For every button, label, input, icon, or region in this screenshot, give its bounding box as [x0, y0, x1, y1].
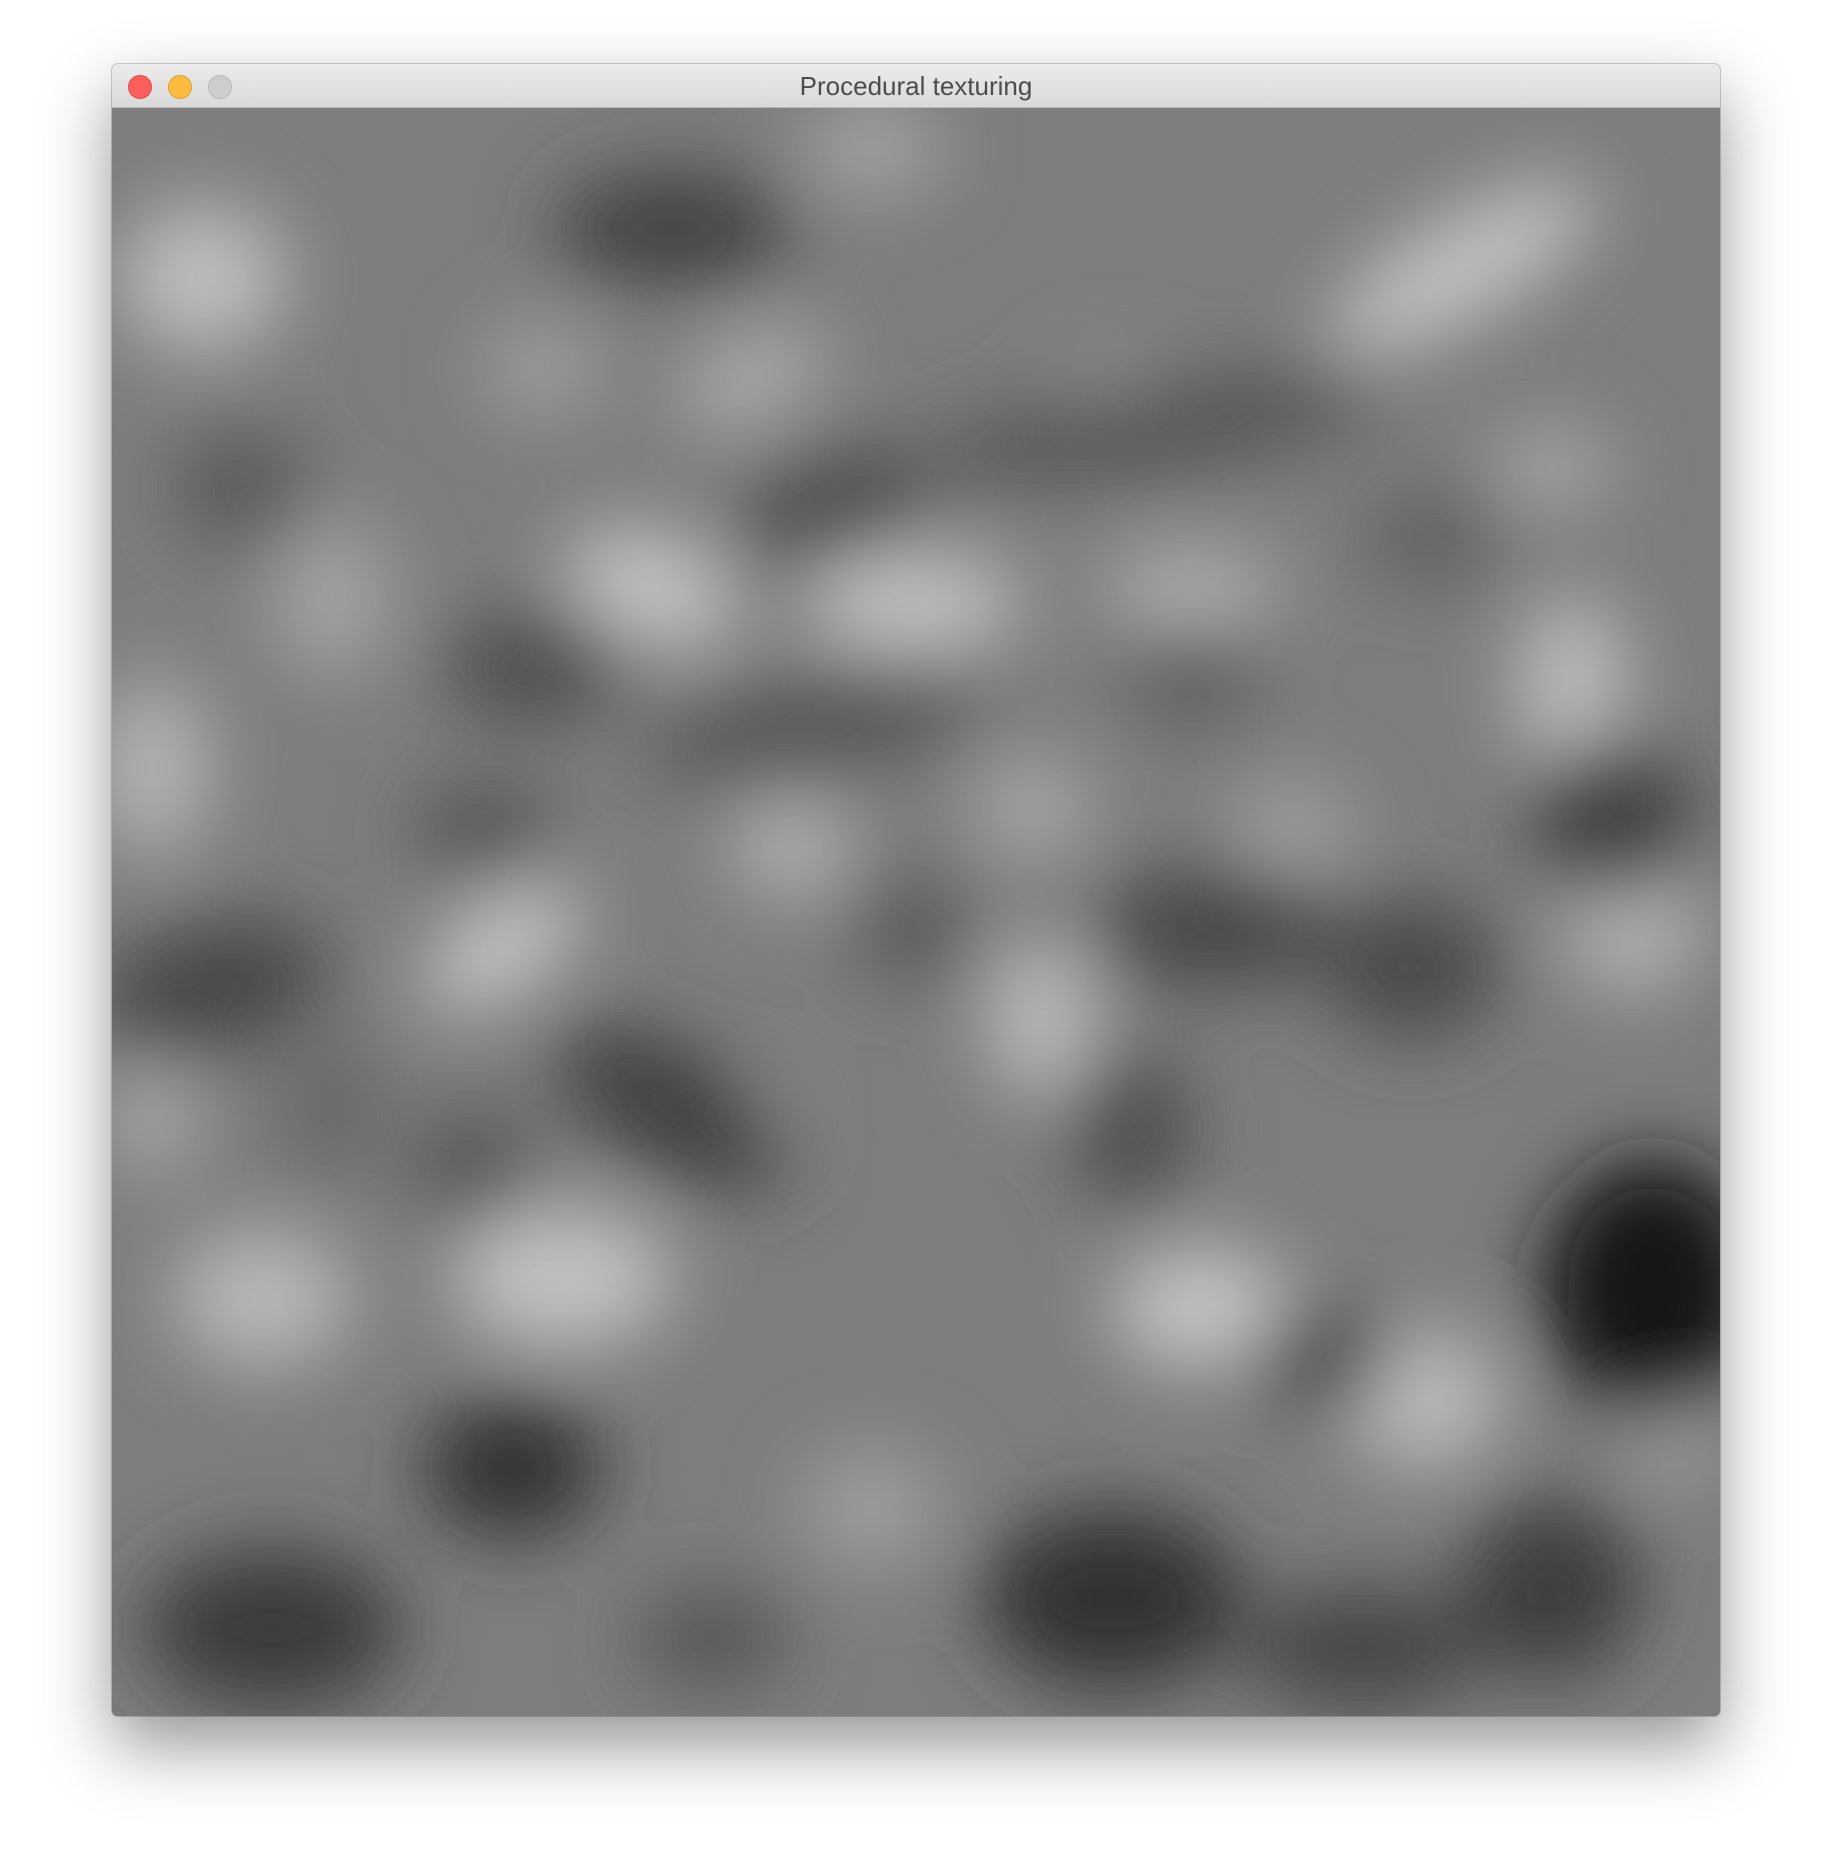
app-window: Procedural texturing	[112, 64, 1720, 1716]
title-bar[interactable]: Procedural texturing	[112, 64, 1720, 108]
window-title: Procedural texturing	[799, 71, 1033, 101]
noise-texture	[112, 108, 1720, 1716]
texture-canvas[interactable]	[112, 108, 1720, 1716]
